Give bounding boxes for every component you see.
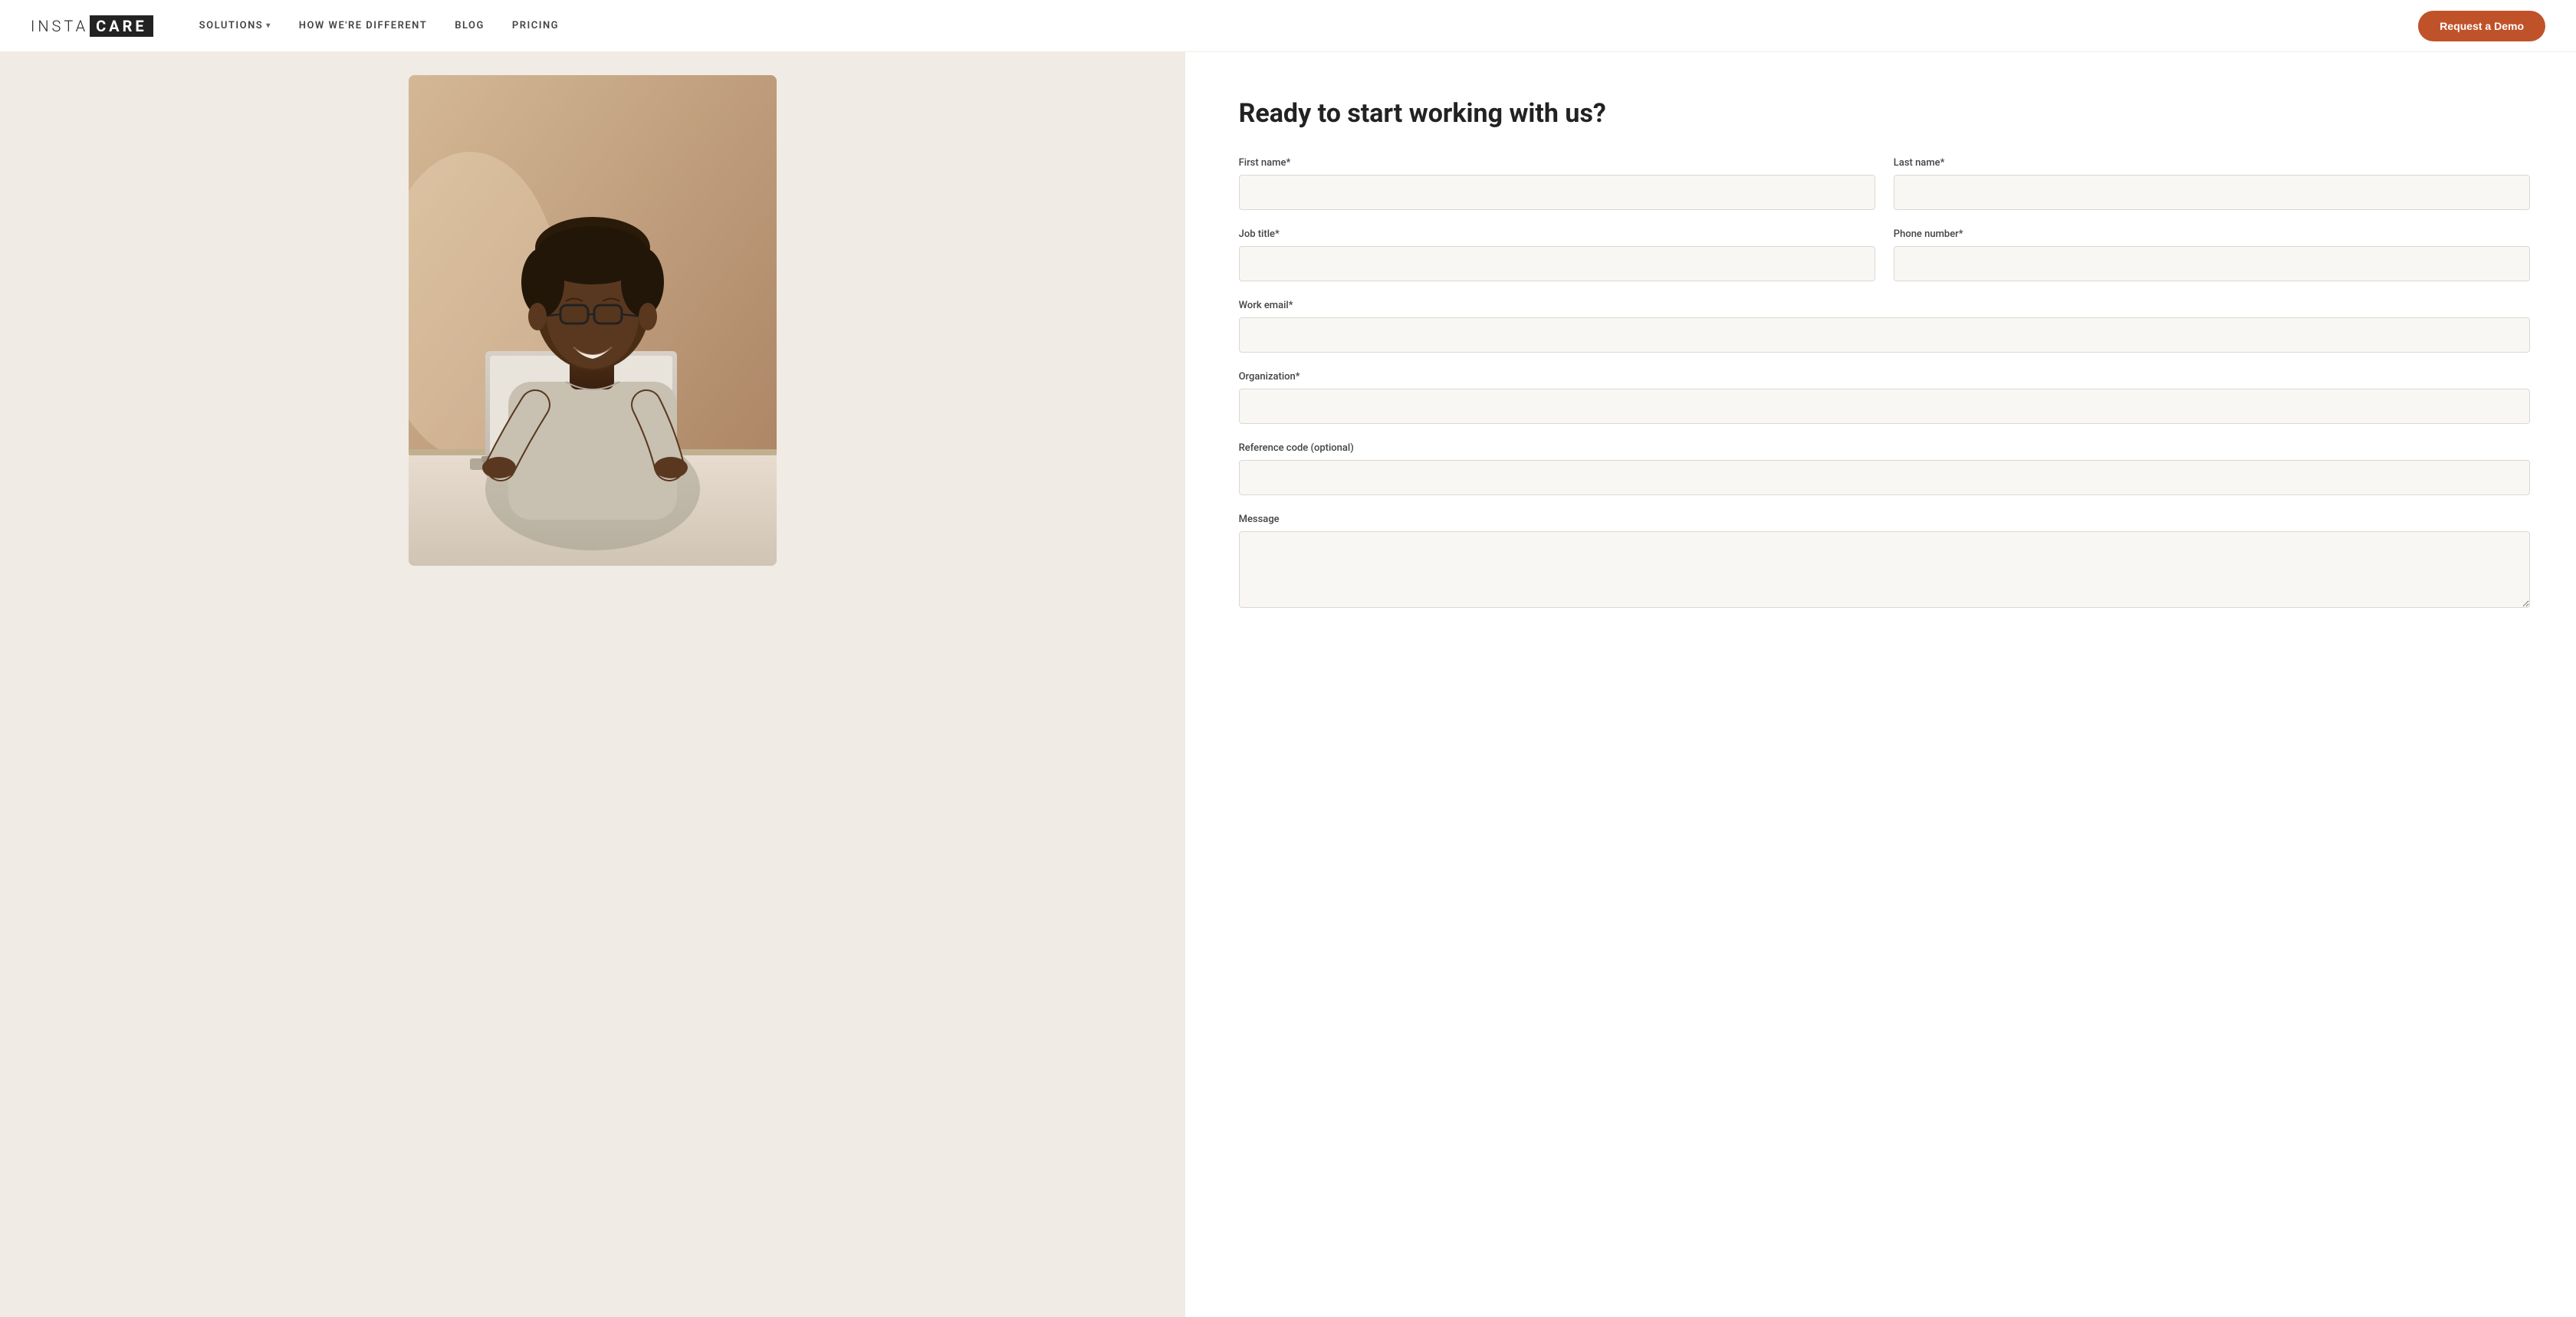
nav-item-solutions[interactable]: SOLUTIONS ▾ xyxy=(199,20,271,31)
phone-group: Phone number* xyxy=(1894,228,2530,281)
hero-photo xyxy=(409,75,777,566)
email-label: Work email* xyxy=(1239,300,2530,311)
job-phone-row: Job title* Phone number* xyxy=(1239,228,2530,281)
first-name-group: First name* xyxy=(1239,157,1875,210)
first-name-input[interactable] xyxy=(1239,175,1875,210)
right-panel: Ready to start working with us? First na… xyxy=(1185,52,2576,1317)
form-title: Ready to start working with us? xyxy=(1239,98,2530,130)
name-row: First name* Last name* xyxy=(1239,157,2530,210)
nav-item-pricing[interactable]: PRICING xyxy=(512,20,559,31)
job-title-input[interactable] xyxy=(1239,246,1875,281)
reference-group: Reference code (optional) xyxy=(1239,442,2530,495)
logo-insta-text: INSTA xyxy=(31,17,88,35)
navbar: INSTA CARE SOLUTIONS ▾ HOW WE'RE DIFFERE… xyxy=(0,0,2576,52)
main-content: Ready to start working with us? First na… xyxy=(0,52,2576,1317)
logo-care-text: CARE xyxy=(90,15,153,37)
logo[interactable]: INSTA CARE xyxy=(31,15,153,37)
nav-item-how-different[interactable]: HOW WE'RE DIFFERENT xyxy=(299,20,427,31)
org-section: Organization* xyxy=(1239,371,2530,424)
last-name-input[interactable] xyxy=(1894,175,2530,210)
job-title-group: Job title* xyxy=(1239,228,1875,281)
nav-links: SOLUTIONS ▾ HOW WE'RE DIFFERENT BLOG PRI… xyxy=(199,20,2419,31)
job-title-label: Job title* xyxy=(1239,228,1875,240)
email-section: Work email* xyxy=(1239,300,2530,353)
reference-label: Reference code (optional) xyxy=(1239,442,2530,454)
message-section: Message xyxy=(1239,514,2530,608)
org-input[interactable] xyxy=(1239,389,2530,424)
hero-image-svg xyxy=(409,75,777,566)
message-group: Message xyxy=(1239,514,2530,608)
org-label: Organization* xyxy=(1239,371,2530,383)
request-demo-button[interactable]: Request a Demo xyxy=(2418,11,2545,41)
message-label: Message xyxy=(1239,514,2530,525)
email-input[interactable] xyxy=(1239,317,2530,353)
email-group: Work email* xyxy=(1239,300,2530,353)
nav-cta-area: Request a Demo xyxy=(2418,11,2545,41)
chevron-down-icon: ▾ xyxy=(266,21,271,30)
left-panel xyxy=(0,52,1185,1317)
org-group: Organization* xyxy=(1239,371,2530,424)
phone-label: Phone number* xyxy=(1894,228,2530,240)
last-name-group: Last name* xyxy=(1894,157,2530,210)
last-name-label: Last name* xyxy=(1894,157,2530,169)
first-name-label: First name* xyxy=(1239,157,1875,169)
phone-input[interactable] xyxy=(1894,246,2530,281)
reference-section: Reference code (optional) xyxy=(1239,442,2530,495)
message-textarea[interactable] xyxy=(1239,531,2530,608)
reference-input[interactable] xyxy=(1239,460,2530,495)
nav-item-blog[interactable]: BLOG xyxy=(455,20,485,31)
